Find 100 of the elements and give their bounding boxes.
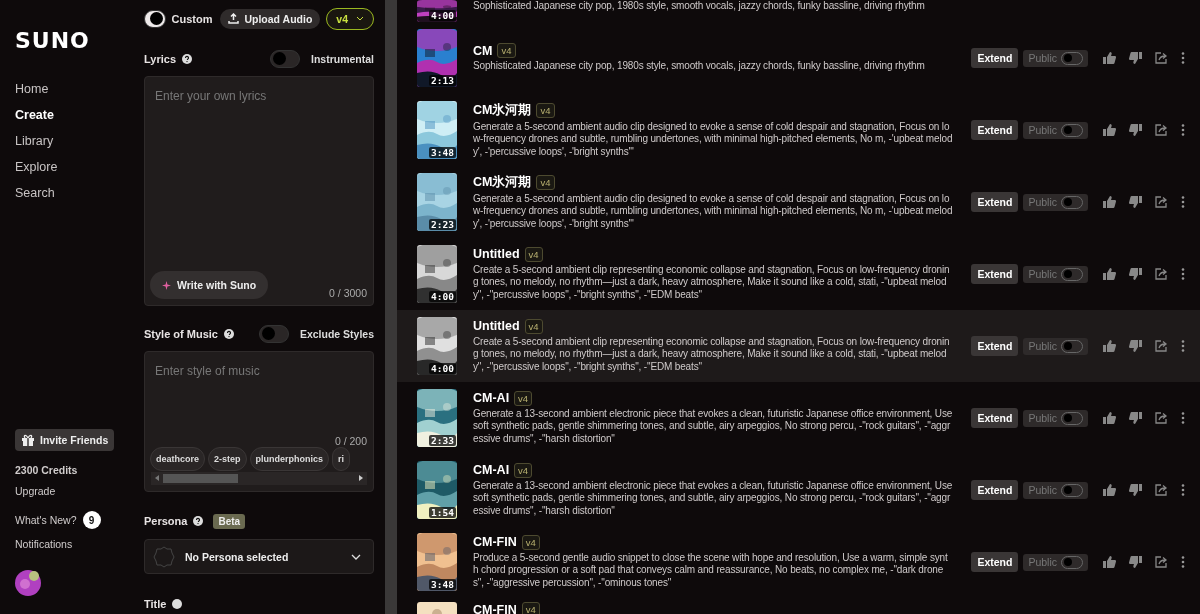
extend-button[interactable]: Extend	[971, 480, 1019, 500]
thumbs-down-icon[interactable]	[1129, 52, 1142, 64]
more-icon[interactable]	[1181, 340, 1185, 352]
extend-button[interactable]: Extend	[971, 48, 1019, 68]
share-icon[interactable]	[1155, 340, 1168, 352]
nav-link[interactable]: Library	[15, 133, 54, 150]
invite-friends-button[interactable]: Invite Friends	[15, 429, 115, 451]
style-tag[interactable]: plunderphonics	[249, 446, 330, 471]
instrumental-label: Instrumental	[311, 52, 374, 65]
thumbs-up-icon[interactable]	[1103, 484, 1116, 496]
persona-label: Persona	[144, 515, 188, 528]
song-title[interactable]: CM氷河期	[473, 173, 532, 191]
share-icon[interactable]	[1155, 124, 1168, 136]
thumbs-down-icon[interactable]	[1129, 196, 1142, 208]
nav-link[interactable]: Home	[15, 81, 49, 98]
count-badge: 9	[82, 511, 101, 529]
song-description: Sophisticated Japanese city pop, 1980s style, smooth vocals, jazzy chords, funky bassline, driving rhythm	[473, 60, 926, 73]
thumbs-down-icon[interactable]	[1129, 412, 1142, 424]
song-description: Produce a 5-second gentle audio snippet to close the scene with hope and resolution, Use a warm, simple synth chord progression or a soft pad that conveys calm and reassurance, No beats, no complex me, -"dark drones", -"aggressive percussion", -"ominous tones"	[473, 551, 949, 590]
instrumental-toggle[interactable]	[270, 49, 300, 68]
thumbs-down-icon[interactable]	[1129, 124, 1142, 136]
thumbs-up-icon[interactable]	[1103, 124, 1116, 136]
more-icon[interactable]	[1181, 52, 1185, 64]
version-badge: v4	[524, 246, 543, 262]
more-icon[interactable]	[1181, 484, 1185, 496]
logo[interactable]: SUNO	[15, 28, 90, 53]
nav-link[interactable]: Explore	[15, 159, 58, 176]
song-title[interactable]: CM氷河期	[473, 101, 532, 119]
thumbs-down-icon[interactable]	[1129, 556, 1142, 568]
share-icon[interactable]	[1155, 484, 1168, 496]
style-tag[interactable]: deathcore	[150, 446, 205, 471]
model-dropdown[interactable]: v4	[326, 7, 374, 30]
avatar[interactable]	[15, 570, 41, 596]
song-title[interactable]: CM-AI	[473, 463, 510, 478]
thumbs-up-icon[interactable]	[1103, 196, 1116, 208]
persona-select[interactable]: No Persona selected	[144, 539, 374, 575]
song-title[interactable]: Untitled	[473, 319, 520, 334]
thumbs-up-icon[interactable]	[1103, 412, 1116, 424]
share-icon[interactable]	[1155, 196, 1168, 208]
version-badge: v4	[536, 102, 555, 118]
song-title[interactable]: Untitled	[473, 247, 520, 262]
song-description: Create a 5-second ambient clip representing economic collapse and stagnation, Focus on low-frequency droning tones, no melody, no rhythm—just a dark, heavy atmosphere, Make it sound like a cold, stati, -"upbeat melody", -"percussive loops", -"bright synths", -"EDM beats"	[473, 263, 951, 302]
lyrics-field[interactable]: Enter your own lyrics Write with Suno 0 / 3000	[144, 75, 374, 307]
write-with-suno-button[interactable]: Write with Suno	[150, 271, 269, 300]
song-row-highlight[interactable]	[397, 310, 1200, 382]
style-field[interactable]: Enter style of music 0 / 200 deathcore 2-step plunderphonics ri	[144, 350, 374, 492]
song-title[interactable]: CM	[473, 43, 493, 58]
thumbs-down-icon[interactable]	[1129, 268, 1142, 280]
version-badge: v4	[536, 174, 555, 190]
whats-new-link[interactable]: What's New?	[15, 513, 77, 527]
thumbs-down-icon[interactable]	[1129, 484, 1142, 496]
share-icon[interactable]	[1155, 268, 1168, 280]
duration-label: 3:48	[429, 579, 456, 590]
thumbs-up-icon[interactable]	[1103, 268, 1116, 280]
extend-button[interactable]: Extend	[971, 336, 1019, 356]
version-badge: v4	[497, 43, 516, 59]
share-icon[interactable]	[1155, 52, 1168, 64]
share-icon[interactable]	[1155, 556, 1168, 568]
song-title[interactable]: CM-FIN	[473, 602, 517, 614]
nav-link[interactable]: Search	[15, 185, 55, 202]
scroll-right-icon[interactable]	[359, 475, 363, 482]
exclude-styles-label: Exclude Styles	[299, 327, 374, 340]
style-tag[interactable]: ri	[332, 446, 351, 471]
version-badge: v4	[524, 318, 543, 334]
extend-button[interactable]: Extend	[971, 120, 1019, 140]
more-icon[interactable]	[1181, 196, 1185, 208]
extend-button[interactable]: Extend	[971, 264, 1019, 284]
custom-toggle[interactable]	[144, 9, 166, 28]
thumbs-up-icon[interactable]	[1103, 556, 1116, 568]
notifications-link[interactable]: Notifications	[15, 537, 73, 551]
thumbs-up-icon[interactable]	[1103, 52, 1116, 64]
scroll-left-icon[interactable]	[155, 475, 159, 482]
upgrade-link[interactable]: Upgrade	[15, 484, 56, 498]
extend-button[interactable]: Extend	[971, 552, 1019, 572]
duration-label: 4:00	[429, 10, 456, 21]
more-icon[interactable]	[1181, 268, 1185, 280]
style-tag[interactable]: 2-step	[208, 446, 247, 471]
character-counter: 0 / 200	[334, 434, 367, 447]
upload-audio-button[interactable]: Upload Audio	[220, 8, 321, 29]
beta-badge: Beta	[213, 513, 246, 529]
duration-label: 2:23	[429, 219, 456, 230]
song-title[interactable]: CM-FIN	[473, 535, 517, 550]
persona-placeholder-icon	[153, 545, 175, 568]
song-description: Generate a 13-second ambient electronic piece that evokes a clean, futuristic Japanese office environment, Use soft synthetic pads, gentle shimmering tones, and subtle, airy arpeggios, No strong percu, -"rock guitars", -"aggressive drums", -"harsh distortion"	[473, 479, 953, 518]
duration-label: 4:00	[429, 291, 456, 302]
more-icon[interactable]	[1181, 124, 1185, 136]
thumbs-up-icon[interactable]	[1103, 340, 1116, 352]
more-icon[interactable]	[1181, 556, 1185, 568]
scrollbar[interactable]	[151, 471, 367, 485]
nav-link[interactable]: Create	[15, 107, 54, 124]
share-icon[interactable]	[1155, 412, 1168, 424]
thumbs-down-icon[interactable]	[1129, 340, 1142, 352]
exclude-styles-toggle[interactable]	[258, 324, 289, 343]
more-icon[interactable]	[1181, 412, 1185, 424]
chevron-down-icon	[356, 16, 364, 21]
extend-button[interactable]: Extend	[971, 192, 1019, 212]
song-title[interactable]: CM-AI	[473, 391, 510, 406]
scrollbar[interactable]	[385, 0, 397, 614]
upload-icon	[228, 13, 240, 24]
extend-button[interactable]: Extend	[971, 408, 1019, 428]
